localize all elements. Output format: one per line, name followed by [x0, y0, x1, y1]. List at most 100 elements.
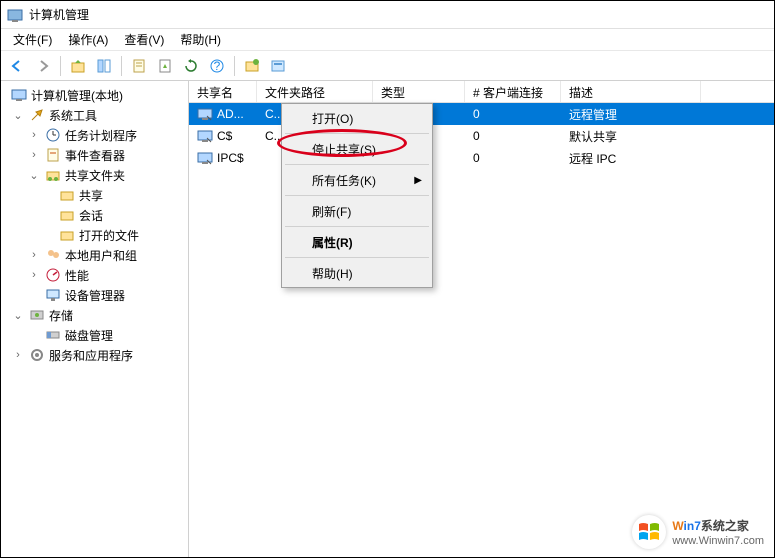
up-button[interactable]: [66, 54, 90, 78]
share-description: 远程管理: [561, 104, 701, 125]
share-description: 远程 IPC: [561, 148, 701, 169]
column-path[interactable]: 文件夹路径: [257, 81, 373, 102]
tree-label: 服务和应用程序: [49, 347, 133, 364]
menu-help[interactable]: 帮助(H): [284, 261, 430, 285]
share-clients: 0: [465, 105, 561, 123]
menu-properties[interactable]: 属性(R): [284, 230, 430, 254]
menu-separator: [285, 195, 429, 196]
svg-text:?: ?: [214, 59, 221, 73]
expand-icon[interactable]: ›: [27, 149, 41, 161]
tree-disk-management[interactable]: 磁盘管理: [3, 325, 186, 345]
computer-icon: [11, 87, 27, 103]
menu-stop-sharing[interactable]: 停止共享(S): [284, 137, 430, 161]
tree-device-manager[interactable]: 设备管理器: [3, 285, 186, 305]
back-button[interactable]: [5, 54, 29, 78]
menu-action[interactable]: 操作(A): [60, 29, 116, 50]
properties-button[interactable]: [127, 54, 151, 78]
shared-folder-icon: [45, 167, 61, 183]
tree-root[interactable]: 计算机管理(本地): [3, 85, 186, 105]
tree-performance[interactable]: › 性能: [3, 265, 186, 285]
expand-icon[interactable]: ›: [27, 249, 41, 261]
tree-event-viewer[interactable]: › 事件查看器: [3, 145, 186, 165]
clock-icon: [45, 127, 61, 143]
tree-services-apps[interactable]: › 服务和应用程序: [3, 345, 186, 365]
tree-label: 系统工具: [49, 107, 97, 124]
column-type[interactable]: 类型: [373, 81, 465, 102]
menu-open[interactable]: 打开(O): [284, 106, 430, 130]
folder-icon: [59, 227, 75, 243]
new-session-button[interactable]: [266, 54, 290, 78]
new-share-button[interactable]: [240, 54, 264, 78]
share-row[interactable]: AD...C......vs0远程管理: [189, 103, 774, 125]
column-description[interactable]: 描述: [561, 81, 701, 102]
tree-open-files[interactable]: 打开的文件: [3, 225, 186, 245]
share-name: AD...: [217, 107, 244, 121]
users-icon: [45, 247, 61, 263]
refresh-button[interactable]: [179, 54, 203, 78]
share-row[interactable]: C$C......vs0默认共享: [189, 125, 774, 147]
title-bar: 计算机管理: [1, 1, 774, 29]
expand-icon[interactable]: ›: [11, 349, 25, 361]
tools-icon: [29, 107, 45, 123]
menu-all-tasks[interactable]: 所有任务(K)▶: [284, 168, 430, 192]
window-title: 计算机管理: [29, 6, 89, 23]
tree-sessions[interactable]: 会话: [3, 205, 186, 225]
menu-separator: [285, 257, 429, 258]
expand-icon[interactable]: ›: [27, 269, 41, 281]
share-clients: 0: [465, 149, 561, 167]
list-header: 共享名 文件夹路径 类型 # 客户端连接 描述: [189, 81, 774, 103]
tree-label: 计算机管理(本地): [31, 87, 123, 104]
storage-icon: [29, 307, 45, 323]
tree-label: 会话: [79, 207, 103, 224]
disk-icon: [45, 327, 61, 343]
share-name: IPC$: [217, 151, 244, 165]
forward-button[interactable]: [31, 54, 55, 78]
collapse-icon[interactable]: ⌄: [11, 109, 25, 122]
tree-label: 存储: [49, 307, 73, 324]
expand-icon[interactable]: ›: [27, 129, 41, 141]
windows-logo-icon: [632, 515, 666, 549]
collapse-icon[interactable]: ⌄: [27, 169, 41, 182]
watermark-url: www.Winwin7.com: [672, 535, 764, 547]
menu-separator: [285, 133, 429, 134]
help-button[interactable]: ?: [205, 54, 229, 78]
tree-label: 性能: [65, 267, 89, 284]
toolbar: ?: [1, 51, 774, 81]
shares-list: 共享名 文件夹路径 类型 # 客户端连接 描述 AD...C......vs0远…: [189, 81, 774, 557]
share-description: 默认共享: [561, 126, 701, 147]
tree-task-scheduler[interactable]: › 任务计划程序: [3, 125, 186, 145]
menu-refresh[interactable]: 刷新(F): [284, 199, 430, 223]
tree-system-tools[interactable]: ⌄ 系统工具: [3, 105, 186, 125]
share-icon: [197, 150, 213, 166]
folder-icon: [59, 187, 75, 203]
menu-separator: [285, 226, 429, 227]
menu-bar: 文件(F) 操作(A) 查看(V) 帮助(H): [1, 29, 774, 51]
tree-label: 事件查看器: [65, 147, 125, 164]
navigation-tree[interactable]: 计算机管理(本地) ⌄ 系统工具 › 任务计划程序 › 事件查看器 ⌄ 共享文件…: [1, 81, 189, 557]
export-button[interactable]: [153, 54, 177, 78]
tree-label: 共享: [79, 187, 103, 204]
tree-label: 打开的文件: [79, 227, 139, 244]
column-clients[interactable]: # 客户端连接: [465, 81, 561, 102]
menu-view[interactable]: 查看(V): [116, 29, 172, 50]
menu-help[interactable]: 帮助(H): [172, 29, 229, 50]
tree-label: 任务计划程序: [65, 127, 137, 144]
share-name: C$: [217, 129, 232, 143]
tree-local-users[interactable]: › 本地用户和组: [3, 245, 186, 265]
tree-shares[interactable]: 共享: [3, 185, 186, 205]
menu-file[interactable]: 文件(F): [5, 29, 60, 50]
share-row[interactable]: IPC$...vs0远程 IPC: [189, 147, 774, 169]
submenu-arrow-icon: ▶: [414, 175, 422, 186]
context-menu: 打开(O) 停止共享(S) 所有任务(K)▶ 刷新(F) 属性(R) 帮助(H): [281, 103, 433, 288]
show-hide-button[interactable]: [92, 54, 116, 78]
folder-icon: [59, 207, 75, 223]
tree-storage[interactable]: ⌄ 存储: [3, 305, 186, 325]
tree-shared-folders[interactable]: ⌄ 共享文件夹: [3, 165, 186, 185]
watermark-brand: Win7系统之家: [672, 517, 749, 534]
menu-separator: [285, 164, 429, 165]
collapse-icon[interactable]: ⌄: [11, 309, 25, 322]
event-icon: [45, 147, 61, 163]
column-name[interactable]: 共享名: [189, 81, 257, 102]
tree-label: 磁盘管理: [65, 327, 113, 344]
share-icon: [197, 106, 213, 122]
